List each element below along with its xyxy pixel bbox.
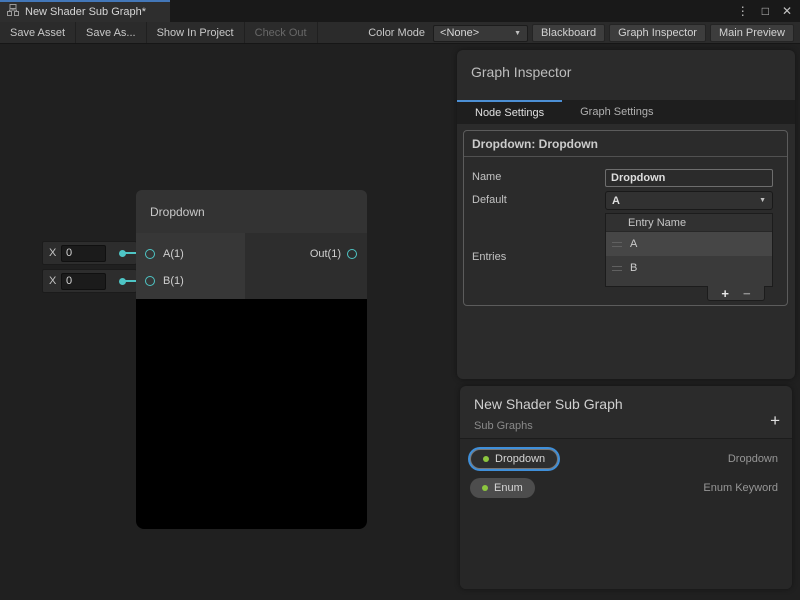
node-body: A(1) B(1) Out(1): [136, 233, 367, 299]
save-as-button[interactable]: Save As...: [76, 22, 147, 43]
blackboard-panel: New Shader Sub Graph Sub Graphs + Dropdo…: [460, 386, 792, 589]
blackboard-item-list: Dropdown Dropdown Enum Enum Keyword: [460, 438, 792, 589]
title-bar: New Shader Sub Graph* ⋮ □ ✕: [0, 0, 800, 22]
entry-name: A: [630, 238, 637, 250]
menu-icon[interactable]: ⋮: [737, 5, 749, 17]
graph-inspector-panel: Graph Inspector Node Settings Graph Sett…: [457, 50, 795, 379]
node-settings-group: Dropdown: Dropdown Name Dropdown Default…: [463, 130, 788, 306]
remove-entry-button[interactable]: −: [743, 287, 751, 300]
blackboard-row-enum: Enum Enum Keyword: [470, 478, 792, 498]
blackboard-toggle-button[interactable]: Blackboard: [532, 24, 605, 42]
name-label: Name: [472, 171, 501, 183]
chevron-down-icon: ▼: [514, 30, 521, 37]
chevron-down-icon: ▼: [759, 197, 766, 204]
input-port-a-icon[interactable]: [145, 249, 155, 259]
node-input-column: [136, 233, 245, 299]
entries-header: Entry Name: [606, 214, 772, 232]
default-value: A: [612, 195, 620, 207]
value-field[interactable]: 0: [61, 245, 106, 262]
tab-title: New Shader Sub Graph*: [25, 6, 146, 18]
maximize-icon[interactable]: □: [762, 5, 769, 17]
drag-handle-icon[interactable]: [612, 266, 622, 271]
tab-node-settings[interactable]: Node Settings: [457, 100, 562, 124]
value-field[interactable]: 0: [61, 273, 106, 290]
node-output-column: [245, 233, 367, 299]
graph-inspector-title: Graph Inspector: [457, 50, 795, 80]
toolbar-right-group: Color Mode <None> ▼ Blackboard Graph Ins…: [368, 22, 794, 44]
property-pill-enum[interactable]: Enum: [470, 478, 535, 498]
show-in-project-button[interactable]: Show In Project: [147, 22, 245, 43]
blackboard-subtitle: Sub Graphs: [460, 412, 792, 432]
entries-list: Entry Name A B: [605, 213, 773, 287]
drag-handle-icon[interactable]: [612, 242, 622, 247]
add-property-button[interactable]: +: [770, 412, 780, 429]
entries-footer: + −: [707, 286, 765, 301]
property-dot-icon: [483, 456, 489, 462]
input-port-a-label: A(1): [163, 248, 184, 260]
entry-row-b[interactable]: B: [606, 256, 772, 280]
shader-graph-icon: [7, 3, 19, 21]
default-dropdown[interactable]: A ▼: [605, 191, 773, 210]
close-icon[interactable]: ✕: [782, 5, 792, 17]
entries-label: Entries: [472, 251, 506, 263]
input-port-b-label: B(1): [163, 275, 184, 287]
axis-label: X: [49, 275, 61, 287]
input-port-b-icon[interactable]: [145, 276, 155, 286]
graph-inspector-toggle-button[interactable]: Graph Inspector: [609, 24, 706, 42]
property-name: Enum: [494, 482, 523, 494]
toolbar: Save Asset Save As... Show In Project Ch…: [0, 22, 800, 44]
blackboard-title: New Shader Sub Graph: [460, 386, 792, 412]
color-mode-dropdown[interactable]: <None> ▼: [433, 25, 528, 42]
property-name: Dropdown: [495, 453, 545, 465]
entry-row-a[interactable]: A: [606, 232, 772, 256]
main-preview-toggle-button[interactable]: Main Preview: [710, 24, 794, 42]
default-label: Default: [472, 194, 507, 206]
add-entry-button[interactable]: +: [721, 287, 729, 300]
color-mode-value: <None>: [440, 27, 479, 39]
shader-graph-window: New Shader Sub Graph* ⋮ □ ✕ Save Asset S…: [0, 0, 800, 600]
color-mode-label: Color Mode: [368, 27, 425, 39]
property-type-label: Dropdown: [728, 453, 778, 465]
document-tab[interactable]: New Shader Sub Graph*: [0, 0, 170, 22]
axis-label: X: [49, 247, 61, 259]
property-dot-icon: [482, 485, 488, 491]
property-pill-dropdown[interactable]: Dropdown: [470, 449, 558, 469]
node-title: Dropdown: [150, 205, 205, 219]
inspector-tab-bar: Node Settings Graph Settings: [457, 100, 795, 124]
tab-graph-settings[interactable]: Graph Settings: [562, 100, 671, 124]
output-port-icon[interactable]: [347, 249, 357, 259]
save-asset-button[interactable]: Save Asset: [0, 22, 76, 43]
node-preview: [136, 299, 367, 529]
entry-name: B: [630, 262, 637, 274]
node-settings-section-title: Dropdown: Dropdown: [464, 131, 787, 157]
window-controls: ⋮ □ ✕: [737, 0, 792, 22]
name-input[interactable]: Dropdown: [605, 169, 773, 187]
property-type-label: Enum Keyword: [703, 482, 778, 494]
dropdown-node[interactable]: Dropdown A(1) B(1) Out(1): [136, 190, 367, 529]
output-port-label: Out(1): [310, 248, 341, 260]
check-out-button: Check Out: [245, 22, 318, 43]
node-header[interactable]: Dropdown: [136, 190, 367, 233]
blackboard-row-dropdown: Dropdown Dropdown: [470, 449, 792, 469]
